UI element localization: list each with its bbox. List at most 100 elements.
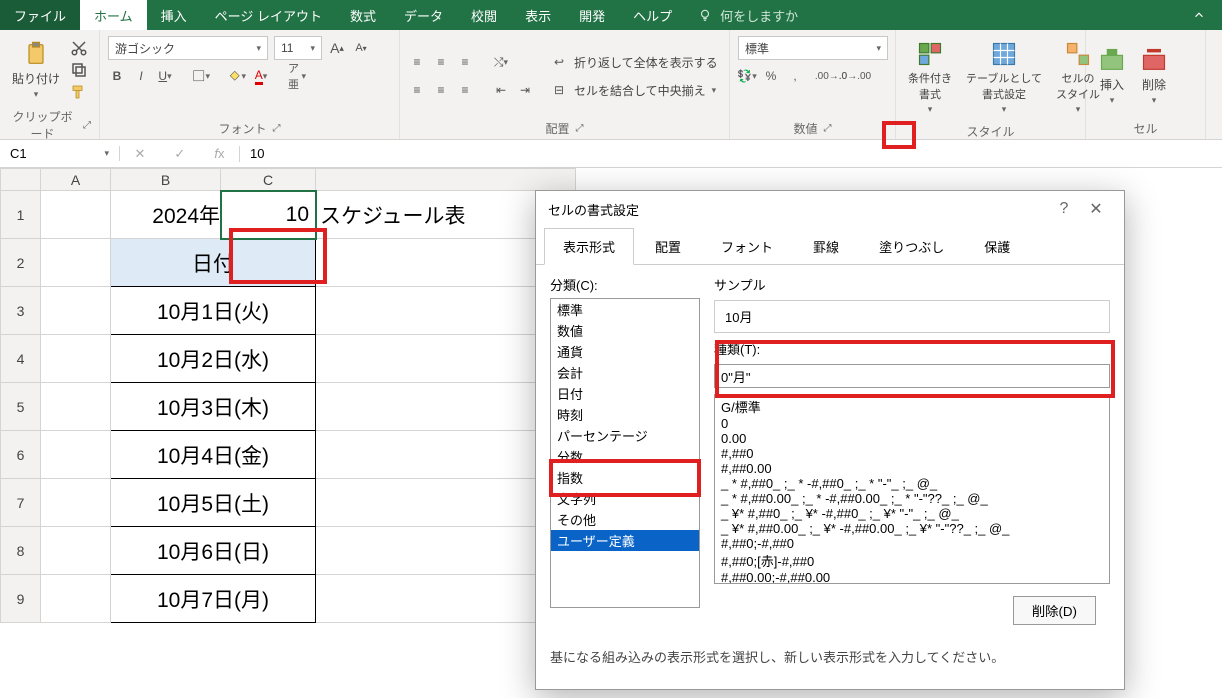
cell-A2[interactable] bbox=[41, 239, 111, 287]
increase-font-button[interactable]: A▴ bbox=[328, 39, 346, 57]
name-box[interactable]: C1 ▾ bbox=[0, 146, 120, 161]
type-input[interactable] bbox=[714, 364, 1110, 388]
category-item[interactable]: パーセンテージ bbox=[551, 425, 699, 446]
category-item[interactable]: 時刻 bbox=[551, 404, 699, 425]
row-header-2[interactable]: 2 bbox=[1, 239, 41, 287]
number-launcher[interactable]: ⤢ bbox=[824, 123, 832, 134]
tab-page-layout[interactable]: ページ レイアウト bbox=[201, 0, 336, 30]
format-item[interactable]: #,##0;[赤]-#,##0 bbox=[717, 551, 1107, 570]
row-header-9[interactable]: 9 bbox=[1, 575, 41, 623]
cell-B9[interactable]: 10月7日(月) bbox=[111, 575, 316, 623]
category-item[interactable]: 指数 bbox=[551, 467, 699, 488]
format-item[interactable]: _ * #,##0.00_ ;_ * -#,##0.00_ ;_ * "-"??… bbox=[717, 491, 1107, 506]
cell-B2[interactable]: 日付 bbox=[111, 239, 316, 287]
col-header-A[interactable]: A bbox=[41, 169, 111, 191]
category-item-user-defined[interactable]: ユーザー定義 bbox=[551, 530, 699, 551]
underline-button[interactable]: U▾ bbox=[156, 67, 174, 85]
decrease-font-button[interactable]: A▾ bbox=[352, 39, 370, 57]
row-header-1[interactable]: 1 bbox=[1, 191, 41, 239]
comma-button[interactable]: , bbox=[786, 67, 804, 85]
delete-cells-button[interactable]: 削除▾ bbox=[1136, 42, 1172, 110]
cell-B6[interactable]: 10月4日(金) bbox=[111, 431, 316, 479]
dialog-close-button[interactable]: ✕ bbox=[1080, 199, 1112, 219]
align-left-button[interactable]: ≡ bbox=[408, 81, 426, 99]
align-top-button[interactable]: ≡ bbox=[408, 53, 426, 71]
row-header-8[interactable]: 8 bbox=[1, 527, 41, 575]
cell-A5[interactable] bbox=[41, 383, 111, 431]
cut-button[interactable] bbox=[70, 39, 88, 57]
clipboard-launcher[interactable]: ⤢ bbox=[83, 120, 91, 131]
format-item[interactable]: #,##0.00;-#,##0.00 bbox=[717, 570, 1107, 584]
cell-C1[interactable]: 10 bbox=[221, 191, 316, 239]
format-item[interactable]: 0 bbox=[717, 416, 1107, 431]
tab-data[interactable]: データ bbox=[390, 0, 457, 30]
category-item[interactable]: 文字列 bbox=[551, 488, 699, 509]
category-item[interactable]: 分数 bbox=[551, 446, 699, 467]
merge-center-button[interactable]: ⊟ セルを結合して中央揃え▾ bbox=[550, 78, 718, 102]
select-all-corner[interactable] bbox=[1, 169, 41, 191]
collapse-ribbon-button[interactable] bbox=[1176, 0, 1222, 30]
format-item[interactable]: _ ¥* #,##0.00_ ;_ ¥* -#,##0.00_ ;_ ¥* "-… bbox=[717, 521, 1107, 536]
cell-B1[interactable]: 2024年 bbox=[111, 191, 221, 239]
format-item[interactable]: _ ¥* #,##0_ ;_ ¥* -#,##0_ ;_ ¥* "-"_ ;_ … bbox=[717, 506, 1107, 521]
tab-insert[interactable]: 挿入 bbox=[147, 0, 201, 30]
bold-button[interactable]: B bbox=[108, 67, 126, 85]
format-item[interactable]: #,##0.00 bbox=[717, 461, 1107, 476]
alignment-launcher[interactable]: ⤢ bbox=[576, 123, 584, 134]
dialog-tab-fill[interactable]: 塗りつぶし bbox=[860, 228, 963, 265]
tab-view[interactable]: 表示 bbox=[511, 0, 565, 30]
row-header-4[interactable]: 4 bbox=[1, 335, 41, 383]
accounting-button[interactable]: 💱▾ bbox=[738, 67, 756, 85]
category-item[interactable]: その他 bbox=[551, 509, 699, 530]
dialog-help-button[interactable]: ? bbox=[1048, 200, 1080, 218]
cell-A1[interactable] bbox=[41, 191, 111, 239]
phonetic-button[interactable]: ア亜▾ bbox=[288, 67, 306, 85]
dialog-tab-number[interactable]: 表示形式 bbox=[544, 228, 634, 265]
fill-color-button[interactable]: ▾ bbox=[228, 67, 246, 85]
cell-B8[interactable]: 10月6日(日) bbox=[111, 527, 316, 575]
cell-B4[interactable]: 10月2日(水) bbox=[111, 335, 316, 383]
category-item[interactable]: 通貨 bbox=[551, 341, 699, 362]
delete-format-button[interactable]: 削除(D) bbox=[1013, 596, 1096, 625]
font-family-combo[interactable]: 游ゴシック▾ bbox=[108, 36, 268, 60]
row-header-7[interactable]: 7 bbox=[1, 479, 41, 527]
category-list[interactable]: 標準 数値 通貨 会計 日付 時刻 パーセンテージ 分数 指数 文字列 その他 … bbox=[550, 298, 700, 608]
cell-B3[interactable]: 10月1日(火) bbox=[111, 287, 316, 335]
format-item[interactable]: 0.00 bbox=[717, 431, 1107, 446]
format-as-table-button[interactable]: テーブルとして 書式設定▾ bbox=[962, 36, 1046, 119]
increase-decimal-button[interactable]: .00→.0 bbox=[822, 67, 840, 85]
dialog-tab-alignment[interactable]: 配置 bbox=[636, 228, 700, 265]
category-item[interactable]: 数値 bbox=[551, 320, 699, 341]
tab-file[interactable]: ファイル bbox=[0, 0, 80, 30]
paste-button[interactable]: 貼り付け ▾ bbox=[8, 36, 64, 104]
row-header-5[interactable]: 5 bbox=[1, 383, 41, 431]
dialog-tab-border[interactable]: 罫線 bbox=[794, 228, 858, 265]
dialog-tab-protection[interactable]: 保護 bbox=[965, 228, 1029, 265]
decrease-indent-button[interactable]: ⇤ bbox=[492, 81, 510, 99]
conditional-format-button[interactable]: 条件付き 書式▾ bbox=[904, 36, 956, 119]
cell-A6[interactable] bbox=[41, 431, 111, 479]
wrap-text-button[interactable]: ↩ 折り返して全体を表示する bbox=[550, 50, 718, 74]
cell-A9[interactable] bbox=[41, 575, 111, 623]
cell-A3[interactable] bbox=[41, 287, 111, 335]
align-right-button[interactable]: ≡ bbox=[456, 81, 474, 99]
decrease-decimal-button[interactable]: .0→.00 bbox=[846, 67, 864, 85]
cell-B7[interactable]: 10月5日(土) bbox=[111, 479, 316, 527]
copy-button[interactable] bbox=[70, 61, 88, 79]
tab-developer[interactable]: 開発 bbox=[565, 0, 619, 30]
col-header-C[interactable]: C bbox=[221, 169, 316, 191]
cell-A7[interactable] bbox=[41, 479, 111, 527]
dialog-tab-font[interactable]: フォント bbox=[702, 228, 792, 265]
orientation-button[interactable]: ⤭▾ bbox=[492, 53, 510, 71]
format-item[interactable]: G/標準 bbox=[717, 397, 1107, 416]
number-format-combo[interactable]: 標準▾ bbox=[738, 36, 888, 60]
tell-me-search[interactable]: 何をしますか bbox=[690, 0, 806, 30]
tab-review[interactable]: 校閲 bbox=[457, 0, 511, 30]
category-item[interactable]: 会計 bbox=[551, 362, 699, 383]
font-launcher[interactable]: ⤢ bbox=[273, 123, 281, 134]
tab-home[interactable]: ホーム bbox=[80, 0, 147, 30]
font-size-combo[interactable]: 11▾ bbox=[274, 36, 322, 60]
cell-A4[interactable] bbox=[41, 335, 111, 383]
enter-formula-button[interactable]: ✓ bbox=[174, 146, 185, 162]
italic-button[interactable]: I bbox=[132, 67, 150, 85]
